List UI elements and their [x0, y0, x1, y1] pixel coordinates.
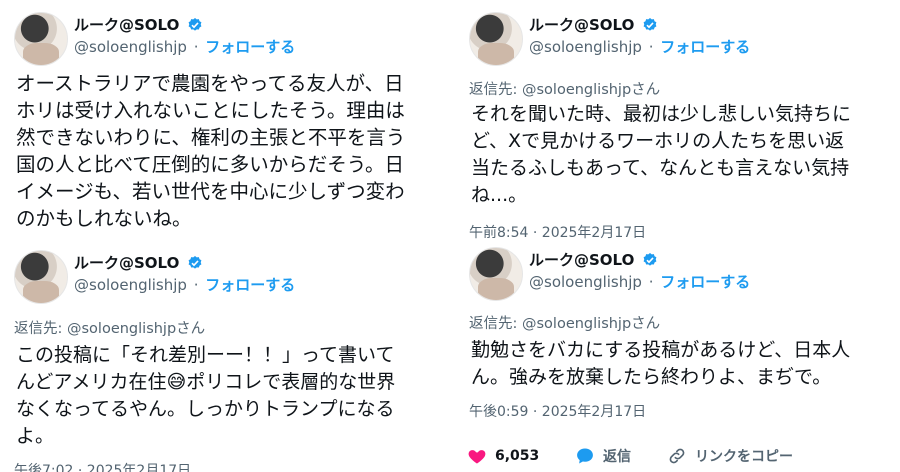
tweet-card-2: ルーク@SOLO @soloenglishjp · フォローする 返信先: @s…: [455, 0, 900, 240]
handle[interactable]: @soloenglishjp: [529, 38, 642, 56]
tweet-line: ん。強みを放棄したら終わりよ、まぢで。: [471, 366, 832, 388]
tweet-line: 勤勉さをバカにする投稿があるけど、日本人: [471, 339, 851, 361]
tweet-line: イメージも、若い世代を中心に少しずつ変わ: [16, 180, 405, 203]
name-row: ルーク@SOLO: [74, 252, 203, 273]
reply-bubble-icon: [577, 448, 593, 464]
tweet-line: ど、Xで見かけるワーホリの人たちを思い返: [471, 130, 845, 152]
copy-link-button[interactable]: リンクをコピー: [667, 446, 793, 466]
verified-badge-icon: [189, 18, 202, 31]
display-name[interactable]: ルーク@SOLO: [74, 254, 179, 272]
verified-badge-icon: [644, 253, 657, 266]
follow-button[interactable]: フォローする: [660, 273, 750, 291]
handle-row: @soloenglishjp · フォローする: [529, 36, 750, 57]
avatar[interactable]: [14, 12, 68, 66]
timestamp[interactable]: 午後7:02 · 2025年2月17日: [14, 460, 191, 472]
name-row: ルーク@SOLO: [529, 249, 658, 270]
display-name[interactable]: ルーク@SOLO: [74, 16, 179, 34]
tweet-text: この投稿に「それ差別ーー！！」って書いて んどアメリカ在住😅ポリコレで表層的な世界…: [16, 342, 395, 450]
follow-button[interactable]: フォローする: [660, 38, 750, 56]
display-name[interactable]: ルーク@SOLO: [529, 16, 634, 34]
reply-to[interactable]: 返信先: @soloenglishjpさん: [469, 312, 660, 333]
link-icon: [669, 448, 685, 464]
avatar[interactable]: [469, 12, 523, 66]
name-row: ルーク@SOLO: [74, 14, 203, 35]
tweet-line: 当たるふしもあって、なんとも言えない気持: [471, 157, 850, 179]
separator: ·: [193, 38, 199, 56]
tweet-card-3: ルーク@SOLO @soloenglishjp · フォローする 返信先: @s…: [0, 240, 450, 472]
timestamp[interactable]: 午後0:59 · 2025年2月17日: [469, 401, 646, 421]
separator: ·: [193, 276, 199, 294]
reply-button[interactable]: 返信: [575, 446, 631, 466]
tweet-line: ホリは受け入れないことにしたそう。理由は: [16, 99, 405, 122]
handle-row: @soloenglishjp · フォローする: [74, 274, 295, 295]
handle[interactable]: @soloenglishjp: [74, 38, 187, 56]
tweet-line: 国の人と比べて圧倒的に多いからだそう。日: [16, 153, 405, 176]
verified-badge-icon: [189, 256, 202, 269]
handle[interactable]: @soloenglishjp: [74, 276, 187, 294]
separator: ·: [648, 38, 654, 56]
tweet-line: よ。: [16, 425, 55, 447]
reply-label: 返信: [603, 449, 631, 465]
tweet-text: それを聞いた時、最初は少し悲しい気持ちに ど、Xで見かけるワーホリの人たちを思い返…: [471, 101, 851, 209]
avatar[interactable]: [14, 250, 68, 304]
tweet-text: 勤勉さをバカにする投稿があるけど、日本人 ん。強みを放棄したら終わりよ、まぢで。: [471, 337, 850, 391]
separator: ·: [648, 273, 654, 291]
tweet-line: この投稿に「それ差別ーー！！」って書いて: [16, 344, 395, 366]
reply-to[interactable]: 返信先: @soloenglishjpさん: [14, 317, 205, 338]
tweet-line: ね...。: [471, 184, 528, 206]
handle[interactable]: @soloenglishjp: [529, 273, 642, 291]
verified-badge-icon: [644, 18, 657, 31]
reply-to[interactable]: 返信先: @soloenglishjpさん: [469, 78, 660, 99]
timestamp[interactable]: 午前8:54 · 2025年2月17日: [469, 222, 646, 240]
name-row: ルーク@SOLO: [529, 14, 658, 35]
avatar[interactable]: [469, 247, 523, 301]
tweet-card-1: ルーク@SOLO @soloenglishjp · フォローする オーストラリア…: [0, 0, 450, 240]
copy-link-label: リンクをコピー: [695, 449, 793, 465]
display-name[interactable]: ルーク@SOLO: [529, 251, 634, 269]
tweet-line: 然できないわりに、権利の主張と不平を言う: [16, 126, 406, 149]
tweet-line: なくなってるやん。しっかりトランプになる: [16, 398, 395, 420]
handle-row: @soloenglishjp · フォローする: [529, 271, 750, 292]
tweet-text: オーストラリアで農園をやってる友人が、日 ホリは受け入れないことにしたそう。理由は…: [16, 70, 450, 232]
tweet-line: んどアメリカ在住😅ポリコレで表層的な世界: [16, 371, 396, 393]
heart-icon: [468, 450, 486, 464]
tweet-line: それを聞いた時、最初は少し悲しい気持ちに: [471, 103, 852, 125]
tweet-line: のかもしれないね。: [16, 207, 192, 230]
tweet-line: オーストラリアで農園をやってる友人が、日: [16, 72, 404, 95]
tweet-card-4: ルーク@SOLO @soloenglishjp · フォローする 返信先: @s…: [455, 240, 900, 472]
handle-row: @soloenglishjp · フォローする: [74, 36, 295, 57]
follow-button[interactable]: フォローする: [205, 38, 295, 56]
like-button[interactable]: 6,053: [467, 446, 539, 466]
like-count: 6,053: [495, 448, 540, 464]
follow-button[interactable]: フォローする: [205, 276, 295, 294]
